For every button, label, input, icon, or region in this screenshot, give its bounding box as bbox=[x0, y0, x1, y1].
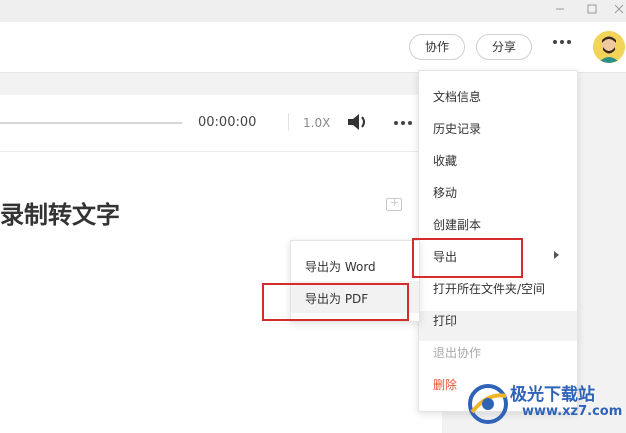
player-more-icon[interactable] bbox=[392, 113, 414, 137]
watermark-logo: 极光下载站 www.xz7.com bbox=[466, 378, 622, 430]
collab-button[interactable]: 协作 bbox=[409, 34, 465, 60]
playback-speed[interactable]: 1.0X bbox=[303, 116, 330, 130]
audio-time: 00:00:00 bbox=[198, 115, 257, 130]
minimize-icon[interactable] bbox=[553, 3, 567, 17]
submenu-arrow-icon bbox=[554, 251, 559, 259]
top-toolbar: 协作 分享 bbox=[0, 22, 626, 73]
maximize-icon[interactable] bbox=[585, 3, 599, 17]
export-pdf-highlight-box bbox=[262, 283, 409, 321]
document-title: 录制转文字 bbox=[0, 201, 120, 229]
divider bbox=[288, 113, 289, 131]
avatar[interactable] bbox=[593, 31, 625, 63]
menu-item-open-folder[interactable]: 打开所在文件夹/空间 bbox=[433, 280, 545, 297]
watermark-brand: 极光下载站 bbox=[510, 385, 595, 405]
menu-item-delete[interactable]: 删除 bbox=[433, 376, 457, 393]
watermark-url: www.xz7.com bbox=[522, 404, 623, 419]
menu-item-move[interactable]: 移动 bbox=[433, 184, 457, 201]
menu-item-exit-collab[interactable]: 退出协作 bbox=[433, 344, 481, 361]
menu-item-favorite[interactable]: 收藏 bbox=[433, 152, 457, 169]
menu-item-doc-info[interactable]: 文档信息 bbox=[433, 88, 481, 105]
audio-progress-bar[interactable] bbox=[0, 122, 182, 124]
menu-item-copy[interactable]: 创建副本 bbox=[433, 216, 481, 233]
volume-icon[interactable] bbox=[345, 111, 371, 137]
more-options-icon[interactable] bbox=[551, 32, 573, 56]
window-titlebar bbox=[0, 0, 626, 22]
export-highlight-box bbox=[412, 238, 523, 278]
audio-player: 00:00:00 1.0X bbox=[0, 95, 442, 152]
menu-item-print[interactable]: 打印 bbox=[433, 312, 457, 329]
menu-item-history[interactable]: 历史记录 bbox=[433, 120, 481, 137]
add-comment-icon[interactable] bbox=[386, 196, 402, 211]
close-window-icon[interactable] bbox=[612, 3, 626, 17]
export-word-item[interactable]: 导出为 Word bbox=[305, 258, 376, 275]
share-button[interactable]: 分享 bbox=[476, 34, 532, 60]
